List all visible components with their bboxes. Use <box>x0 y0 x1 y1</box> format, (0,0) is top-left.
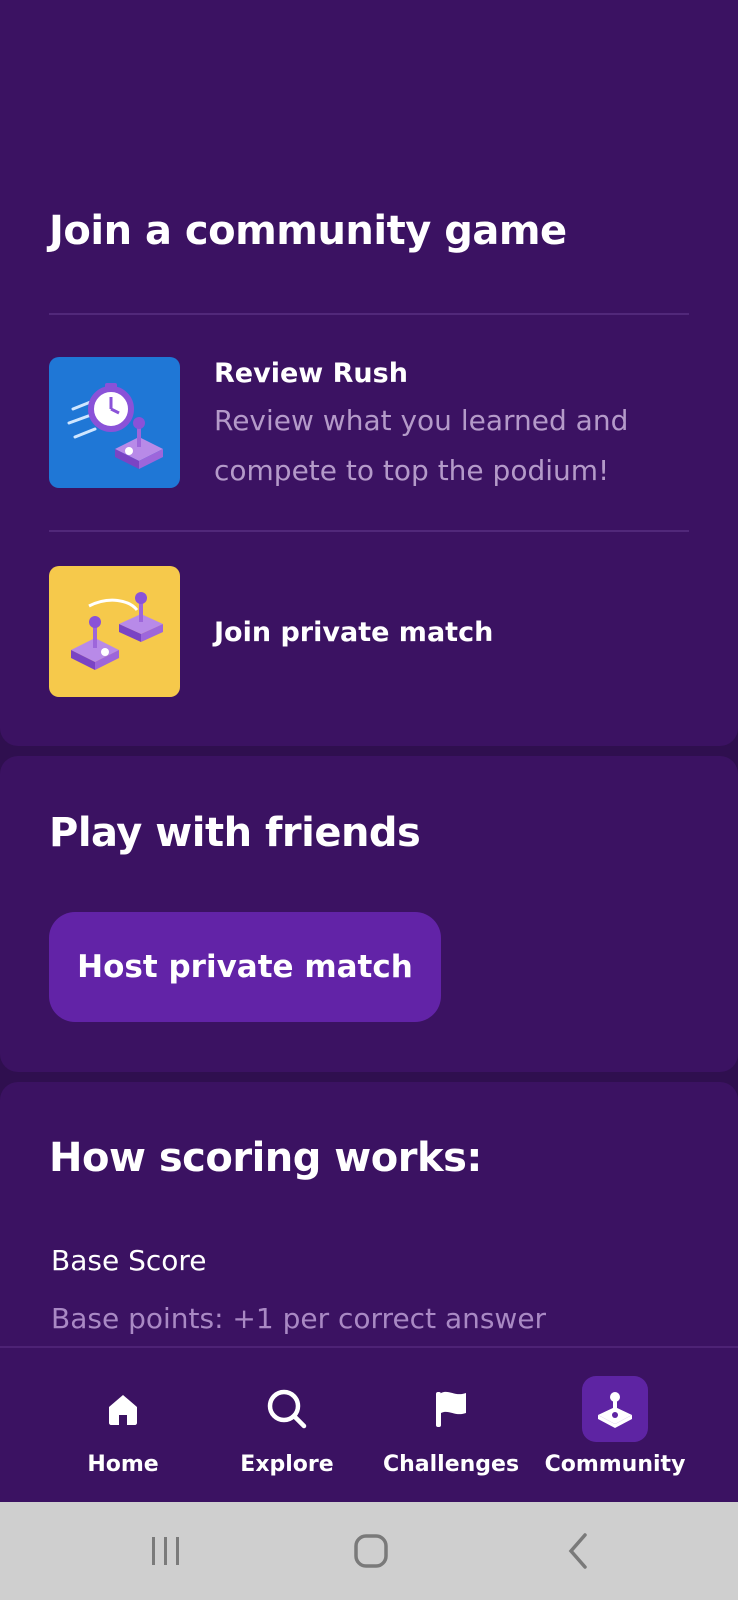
scoring-section-title: How scoring works: <box>49 1135 482 1181</box>
divider <box>49 313 689 315</box>
community-section-title: Join a community game <box>49 208 567 254</box>
review-rush-title: Review Rush <box>214 358 408 389</box>
host-private-match-button[interactable]: Host private match <box>49 912 441 1022</box>
review-rush-item[interactable]: Review Rush Review what you learned and … <box>49 357 684 496</box>
join-private-match-title: Join private match <box>214 616 494 648</box>
system-home-icon <box>354 1534 388 1568</box>
join-private-match-thumbnail <box>49 566 180 697</box>
nav-challenges[interactable]: Challenges <box>369 1376 533 1477</box>
flag-icon <box>436 1391 466 1427</box>
home-icon <box>109 1395 137 1425</box>
nav-challenges-label: Challenges <box>382 1452 520 1477</box>
review-rush-thumbnail <box>49 357 180 488</box>
two-joysticks-icon <box>49 566 180 697</box>
nav-explore-label: Explore <box>240 1452 334 1477</box>
divider <box>49 530 689 532</box>
nav-explore[interactable]: Explore <box>205 1376 369 1477</box>
joystick-icon <box>598 1392 632 1428</box>
friends-section-title: Play with friends <box>49 810 421 856</box>
recent-apps-button[interactable] <box>106 1502 226 1600</box>
system-home-button[interactable] <box>311 1502 431 1600</box>
stopwatch-joystick-icon <box>49 357 180 488</box>
bottom-navigation: Home Explore Challenges Community <box>0 1346 738 1502</box>
nav-home-label: Home <box>87 1452 159 1477</box>
review-rush-description: Review what you learned and compete to t… <box>214 404 629 487</box>
recent-apps-icon <box>152 1537 179 1565</box>
base-score-description: Base points: +1 per correct answer <box>51 1302 547 1335</box>
search-icon <box>267 1389 307 1429</box>
system-back-button[interactable] <box>518 1502 638 1600</box>
nav-community-active-indicator <box>582 1376 648 1442</box>
nav-home[interactable]: Home <box>41 1376 205 1477</box>
base-score-label: Base Score <box>51 1244 207 1277</box>
system-navigation-bar <box>0 1502 738 1600</box>
back-chevron-icon <box>568 1533 587 1569</box>
join-private-match-item[interactable]: Join private match <box>49 566 493 697</box>
nav-community[interactable]: Community <box>533 1376 697 1477</box>
nav-community-label: Community <box>544 1452 686 1477</box>
